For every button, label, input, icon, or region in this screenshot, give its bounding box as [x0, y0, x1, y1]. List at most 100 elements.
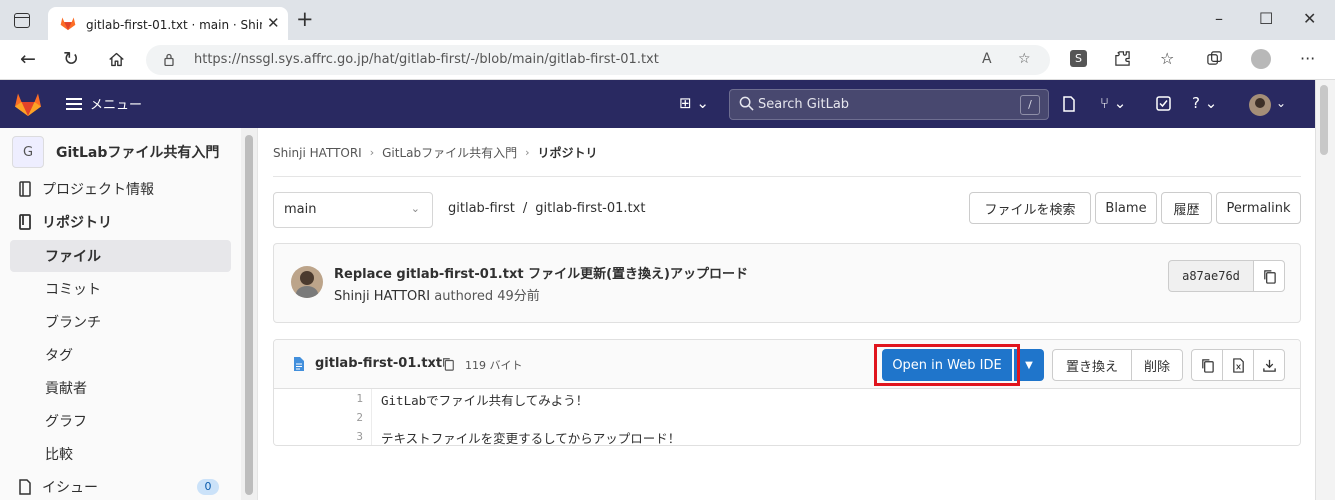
user-avatar[interactable] [1249, 94, 1271, 116]
main-menu-button[interactable]: メニュー [66, 94, 142, 113]
read-aloud-icon[interactable]: A [982, 51, 992, 67]
replace-button[interactable]: 置き換え [1052, 349, 1132, 381]
download-button[interactable] [1253, 349, 1285, 381]
sidebar-item-compare[interactable]: 比較 [10, 438, 231, 470]
path-separator: / [522, 201, 528, 216]
maximize-button[interactable]: ☐ [1259, 9, 1273, 29]
history-button[interactable]: 履歴 [1161, 192, 1212, 224]
issues-count-badge: 0 [197, 479, 219, 495]
commit-author-avatar[interactable] [291, 266, 323, 298]
gitlab-logo-icon[interactable] [14, 91, 42, 117]
tab-actions-icon[interactable] [14, 13, 30, 28]
project-info-icon [19, 181, 31, 197]
browser-address-bar: ← ↻ https://nssgl.sys.affrc.go.jp/hat/gi… [0, 40, 1335, 80]
file-text-icon [294, 357, 304, 371]
chevron-down-icon[interactable]: ⌄ [1276, 93, 1286, 113]
tab-title: gitlab-first-01.txt · main · Shinji HATT… [86, 18, 262, 32]
issues-icon [19, 479, 31, 495]
path-file: gitlab-first-01.txt [535, 201, 646, 216]
commit-sha[interactable]: a87ae76d [1168, 260, 1254, 292]
sidebar-item-tags[interactable]: タグ [10, 339, 231, 371]
sidebar-scrollbar-thumb[interactable] [245, 135, 253, 495]
sidebar-item-label: イシュー [42, 480, 98, 496]
refresh-icon[interactable]: ↻ [63, 49, 79, 69]
copy-path-icon[interactable] [441, 356, 455, 372]
url-field[interactable]: https://nssgl.sys.affrc.go.jp/hat/gitlab… [146, 45, 1050, 75]
file-content: 1 GitLabでファイル共有してみよう！ 2 3 テキストファイルを変更するし… [274, 389, 1300, 445]
project-sidebar: G GitLabファイル共有入門 プロジェクト情報 リポジトリ ファイル コミッ… [0, 128, 258, 500]
sidebar-item-label: 貢献者 [45, 381, 87, 397]
branch-selector[interactable]: main ⌄ [273, 192, 433, 228]
find-file-button[interactable]: ファイルを検索 [969, 192, 1091, 224]
favorite-icon[interactable]: ☆ [1018, 51, 1031, 67]
sidebar-item-label: ブランチ [45, 315, 101, 331]
profile-avatar-icon[interactable] [1251, 49, 1271, 69]
search-icon [739, 96, 754, 111]
commit-message[interactable]: Replace gitlab-first-01.txt ファイル更新(置き換え)… [334, 263, 748, 282]
extensions-icon[interactable] [1114, 50, 1131, 67]
code-line: GitLabでファイル共有してみよう！ [381, 393, 589, 408]
window-close-button[interactable]: ✕ [1303, 9, 1316, 29]
line-number[interactable]: 3 [274, 430, 367, 443]
new-item-icon[interactable]: ⊞ ⌄ [679, 93, 709, 113]
line-number[interactable]: 2 [274, 411, 367, 424]
collections-icon[interactable] [1206, 50, 1223, 67]
help-icon[interactable]: ? ⌄ [1192, 93, 1217, 113]
highlight-box [874, 344, 1020, 386]
search-placeholder: Search GitLab [758, 97, 850, 112]
blame-button[interactable]: Blame [1095, 192, 1157, 224]
copy-sha-button[interactable] [1253, 260, 1285, 292]
download-icon [1262, 359, 1276, 372]
path-root-link[interactable]: gitlab-first [448, 201, 515, 216]
sidebar-item-label: グラフ [45, 414, 87, 430]
sidebar-item-label: プロジェクト情報 [42, 182, 154, 198]
breadcrumb-owner[interactable]: Shinji HATTORI [273, 146, 362, 160]
sidebar-item-contributors[interactable]: 貢献者 [10, 372, 231, 404]
new-tab-button[interactable]: + [296, 8, 314, 30]
gitlab-favicon-icon [60, 17, 76, 31]
raw-file-icon [1232, 357, 1244, 373]
breadcrumb: Shinji HATTORI › GitLabファイル共有入門 › リポジトリ [273, 144, 598, 161]
sidebar-item-label: タグ [45, 348, 73, 364]
sidebar-item-repository[interactable]: リポジトリ [10, 206, 231, 238]
repository-icon [19, 214, 31, 230]
minimize-button[interactable]: – [1215, 9, 1223, 29]
copy-contents-button[interactable] [1191, 349, 1223, 381]
sidebar-item-commits[interactable]: コミット [10, 273, 231, 305]
delete-button[interactable]: 削除 [1131, 349, 1183, 381]
breadcrumb-current[interactable]: リポジトリ [538, 144, 598, 161]
extension-s-icon[interactable]: S [1070, 50, 1087, 67]
favorites-bar-icon[interactable]: ☆ [1160, 49, 1174, 69]
browser-tab[interactable]: gitlab-first-01.txt · main · Shinji HATT… [48, 7, 288, 40]
more-options-icon[interactable]: ··· [1300, 49, 1315, 69]
browser-tab-bar: gitlab-first-01.txt · main · Shinji HATT… [0, 0, 1335, 40]
project-avatar: G [12, 136, 44, 168]
sidebar-project-header[interactable]: G GitLabファイル共有入門 [12, 136, 219, 168]
sidebar-item-files[interactable]: ファイル [10, 240, 231, 272]
gitlab-top-bar: メニュー ⊞ ⌄ Search GitLab / ⑂ ⌄ ? ⌄ ⌄ [0, 80, 1315, 128]
back-icon[interactable]: ← [20, 49, 36, 69]
permalink-button[interactable]: Permalink [1216, 192, 1301, 224]
chevron-down-icon: ⌄ [410, 202, 420, 215]
todos-icon[interactable] [1156, 96, 1171, 111]
commit-author[interactable]: Shinji HATTORI [334, 289, 430, 304]
project-name: GitLabファイル共有入門 [56, 145, 220, 161]
page-scrollbar-thumb[interactable] [1320, 85, 1328, 155]
issues-icon[interactable] [1062, 96, 1076, 112]
breadcrumb-separator: › [525, 146, 530, 159]
hamburger-icon [66, 97, 82, 110]
sidebar-item-label: リポジトリ [42, 215, 112, 231]
sidebar-item-project-info[interactable]: プロジェクト情報 [10, 173, 231, 205]
sidebar-item-branches[interactable]: ブランチ [10, 306, 231, 338]
breadcrumb-project[interactable]: GitLabファイル共有入門 [382, 144, 517, 161]
search-input[interactable]: Search GitLab / [729, 89, 1049, 120]
url-text: https://nssgl.sys.affrc.go.jp/hat/gitlab… [194, 52, 659, 67]
sidebar-item-graph[interactable]: グラフ [10, 405, 231, 437]
tab-close-icon[interactable]: ✕ [267, 14, 280, 32]
merge-requests-icon[interactable]: ⑂ ⌄ [1100, 93, 1126, 113]
sidebar-item-label: ファイル [45, 249, 101, 265]
line-number[interactable]: 1 [274, 392, 367, 405]
sidebar-item-issues[interactable]: イシュー 0 [10, 471, 231, 500]
raw-file-button[interactable] [1222, 349, 1254, 381]
home-icon[interactable] [108, 51, 125, 68]
